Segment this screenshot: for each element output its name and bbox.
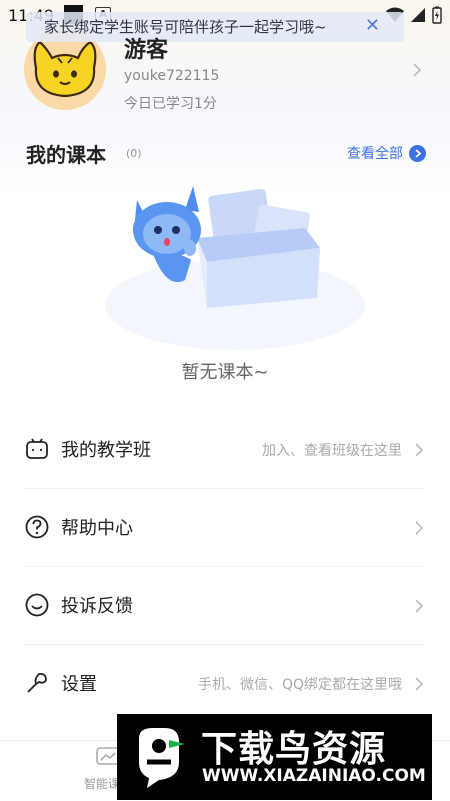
- menu-item-my-class[interactable]: 我的教学班 加入、查看班级在这里: [24, 410, 426, 489]
- profile-name[interactable]: 游客: [124, 32, 168, 64]
- menu-item-feedback[interactable]: 投诉反馈: [24, 566, 426, 645]
- textbooks-title: 我的课本: [26, 143, 106, 167]
- class-icon: [26, 438, 48, 459]
- chevron-right-icon: [415, 677, 424, 691]
- settings-icon: [27, 672, 47, 693]
- menu-label: 投诉反馈: [61, 596, 133, 617]
- close-icon[interactable]: ✕: [365, 15, 380, 36]
- menu-item-settings[interactable]: 设置 手机、微信、QQ绑定都在这里哦: [24, 644, 426, 722]
- feedback-icon: [25, 593, 49, 617]
- menu-hint: 加入、查看班级在这里: [262, 443, 402, 459]
- banner-text: 家长绑定学生账号可陪伴孩子一起学习哦~: [44, 18, 327, 36]
- watermark-title: 下载鸟资源: [201, 729, 387, 770]
- view-all-button[interactable]: 查看全部: [347, 143, 426, 163]
- battery-icon: [432, 6, 442, 24]
- textbooks-count: (0): [126, 147, 142, 160]
- menu-item-help-center[interactable]: 帮助中心: [24, 488, 426, 567]
- view-all-label: 查看全部: [347, 146, 403, 162]
- help-icon: [25, 515, 49, 539]
- menu-label: 设置: [61, 674, 97, 695]
- empty-textbooks-text: 暂无课本~: [181, 362, 269, 383]
- bird-logo-icon: [139, 728, 185, 788]
- menu-label: 帮助中心: [61, 518, 133, 539]
- study-today-text: 今日已学习1分: [124, 96, 217, 112]
- menu-hint: 手机、微信、QQ绑定都在这里哦: [197, 677, 402, 693]
- watermark-url: WWW.XIAZAINIAO.COM: [202, 766, 426, 786]
- chevron-right-icon: [415, 599, 424, 613]
- empty-textbooks-illustration: [105, 186, 365, 350]
- signal-icon: [411, 8, 425, 22]
- chevron-right-icon[interactable]: [412, 62, 422, 78]
- menu-label: 我的教学班: [61, 440, 151, 461]
- profile-user-id: youke722115: [124, 68, 220, 84]
- chevron-right-icon: [415, 521, 424, 535]
- arrow-right-circle-icon: [409, 144, 426, 162]
- chevron-right-icon: [415, 443, 424, 457]
- watermark-overlay: 下载鸟资源 WWW.XIAZAINIAO.COM: [117, 714, 432, 800]
- parent-binding-banner[interactable]: 家长绑定学生账号可陪伴孩子一起学习哦~ ✕: [26, 12, 404, 42]
